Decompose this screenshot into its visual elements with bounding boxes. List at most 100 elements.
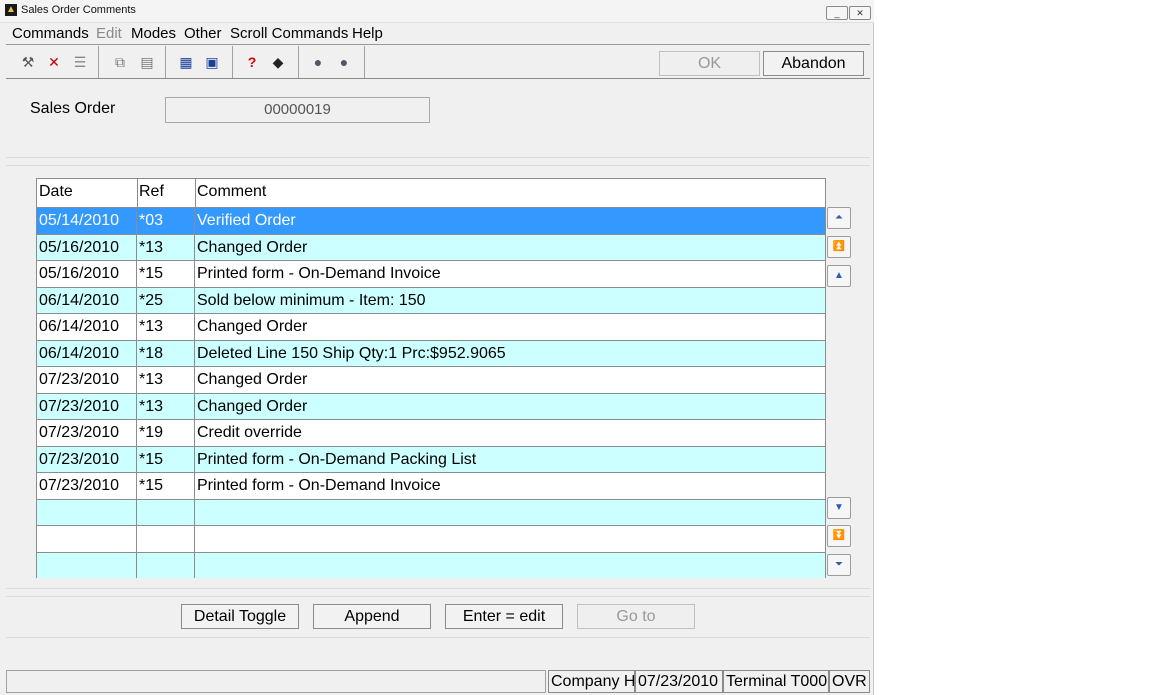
- table-row[interactable]: 07/23/2010 *15 Printed form - On-Demand Pa…: [37, 445, 825, 472]
- status-company: Company H: [548, 670, 635, 693]
- menu-scroll-commands[interactable]: Scroll Commands: [230, 25, 348, 42]
- table-row[interactable]: [37, 525, 825, 552]
- table-row[interactable]: 05/14/2010 *03 Verified Order: [37, 207, 825, 234]
- panel-divider: [6, 588, 870, 589]
- cell-comment: Changed Order: [197, 397, 308, 415]
- cell-date: 06/14/2010: [37, 314, 137, 340]
- toolbar-separator: [98, 46, 99, 78]
- table-row[interactable]: [37, 551, 825, 579]
- cell-ref: *13: [137, 234, 195, 260]
- calculator-icon[interactable]: ▦: [178, 54, 194, 70]
- cell-ref: [137, 499, 195, 525]
- comments-grid: Date Ref Comment 05/14/2010 *03 Verified O…: [36, 178, 826, 578]
- menu-commands[interactable]: Commands: [12, 25, 89, 42]
- cell-ref: *25: [137, 287, 195, 313]
- cell-date: 06/14/2010: [37, 287, 137, 313]
- go-to-button[interactable]: Go to: [577, 604, 695, 629]
- toolbar-separator: [298, 46, 299, 78]
- cell-comment: Verified Order: [197, 212, 296, 229]
- app-icon: ▲: [5, 4, 17, 16]
- cell-comment: Changed Order: [197, 318, 308, 335]
- book-icon[interactable]: ◆: [270, 54, 286, 70]
- help-icon[interactable]: ?: [244, 54, 260, 70]
- toolbar-separator: [232, 46, 233, 78]
- column-header-comment[interactable]: Comment: [197, 183, 266, 201]
- table-row[interactable]: 07/23/2010 *13 Changed Order: [37, 392, 825, 419]
- cell-ref: *15: [137, 261, 195, 287]
- minimize-button[interactable]: _: [826, 6, 848, 20]
- panel-divider: [6, 165, 870, 166]
- menu-bar: Commands Edit Modes Other Scroll Command…: [0, 22, 874, 44]
- table-row[interactable]: 07/23/2010 *19 Credit override: [37, 419, 825, 446]
- column-header-ref[interactable]: Ref: [139, 183, 164, 201]
- cell-date: 07/23/2010: [37, 393, 137, 419]
- line-up-button[interactable]: ▲: [827, 265, 851, 287]
- menu-modes[interactable]: Modes: [131, 25, 176, 42]
- cell-ref: *15: [137, 473, 195, 499]
- scroll-bottom-button[interactable]: ⏷: [827, 554, 851, 576]
- menu-edit[interactable]: Edit: [96, 25, 122, 42]
- panel-divider: [6, 157, 870, 158]
- cell-comment: Printed form - On-Demand Invoice: [197, 477, 441, 494]
- table-row[interactable]: 06/14/2010 *13 Changed Order: [37, 313, 825, 340]
- detail-toggle-button[interactable]: Detail Toggle: [181, 604, 299, 629]
- ok-button[interactable]: OK: [659, 51, 760, 76]
- cell-ref: *19: [137, 420, 195, 446]
- menu-separator: [6, 44, 870, 45]
- status-message: [6, 670, 546, 693]
- page-down-button[interactable]: ⏬: [827, 525, 851, 547]
- table-row[interactable]: [37, 498, 825, 526]
- status-date: 07/23/2010: [635, 670, 723, 693]
- cell-comment: Changed Order: [197, 238, 308, 256]
- cell-date: [37, 552, 137, 578]
- globe2-icon[interactable]: ●: [336, 54, 352, 70]
- table-row[interactable]: 06/14/2010 *25 Sold below minimum - Item: …: [37, 286, 825, 313]
- page-up-button[interactable]: ⏫: [827, 236, 851, 258]
- append-button[interactable]: Append: [313, 604, 431, 629]
- cell-comment: [195, 500, 825, 526]
- cell-comment: [195, 553, 825, 579]
- cell-comment: Credit override: [197, 424, 302, 441]
- cell-date: 07/23/2010: [37, 473, 137, 499]
- menu-other[interactable]: Other: [184, 25, 222, 42]
- cell-ref: *18: [137, 340, 195, 366]
- copy-icon[interactable]: ⧉: [112, 54, 128, 70]
- table-row[interactable]: 06/14/2010 *18 Deleted Line 150 Ship Qty:1…: [37, 339, 825, 366]
- status-terminal: Terminal T000: [723, 670, 829, 693]
- close-button[interactable]: ✕: [849, 6, 871, 20]
- toolbar-bottom-line: [6, 78, 870, 79]
- table-row[interactable]: 07/23/2010 *15 Printed form - On-Demand In…: [37, 472, 825, 499]
- cell-ref: *15: [137, 446, 195, 472]
- table-row[interactable]: 07/23/2010 *13 Changed Order: [37, 366, 825, 393]
- cell-date: 06/14/2010: [37, 340, 137, 366]
- sales-order-field: 00000019: [165, 97, 430, 123]
- toolbar-separator: [364, 46, 365, 78]
- cell-ref: *13: [137, 314, 195, 340]
- paste-icon[interactable]: ▤: [139, 54, 155, 70]
- cell-ref: *13: [137, 367, 195, 393]
- sales-order-label: Sales Order: [30, 100, 116, 117]
- cell-ref: *13: [137, 393, 195, 419]
- cell-comment: [195, 526, 825, 552]
- globe-icon[interactable]: ●: [310, 54, 326, 70]
- cell-date: [37, 526, 137, 552]
- column-header-date[interactable]: Date: [39, 183, 73, 201]
- menu-help[interactable]: Help: [352, 25, 383, 42]
- table-row[interactable]: 05/16/2010 *15 Printed form - On-Demand In…: [37, 260, 825, 287]
- hammer-icon[interactable]: ⚒: [20, 54, 36, 70]
- toolbar-separator: [165, 46, 166, 78]
- panel-divider: [6, 637, 870, 638]
- enter-edit-button[interactable]: Enter = edit: [445, 604, 563, 629]
- scroll-top-button[interactable]: ⏶: [827, 207, 851, 229]
- abandon-button[interactable]: Abandon: [763, 51, 864, 76]
- panel-divider: [6, 596, 870, 597]
- table-row[interactable]: 05/16/2010 *13 Changed Order: [37, 233, 825, 260]
- cell-date: 05/16/2010: [37, 261, 137, 287]
- line-down-button[interactable]: ▼: [827, 497, 851, 519]
- delete-icon[interactable]: ✕: [46, 54, 62, 70]
- status-mode: OVR: [829, 670, 870, 693]
- list-icon[interactable]: ☰: [72, 54, 88, 70]
- title-bar: ▲ Sales Order Comments _ ✕: [0, 0, 874, 23]
- cell-date: 07/23/2010: [37, 367, 137, 393]
- form-icon[interactable]: ▣: [204, 54, 220, 70]
